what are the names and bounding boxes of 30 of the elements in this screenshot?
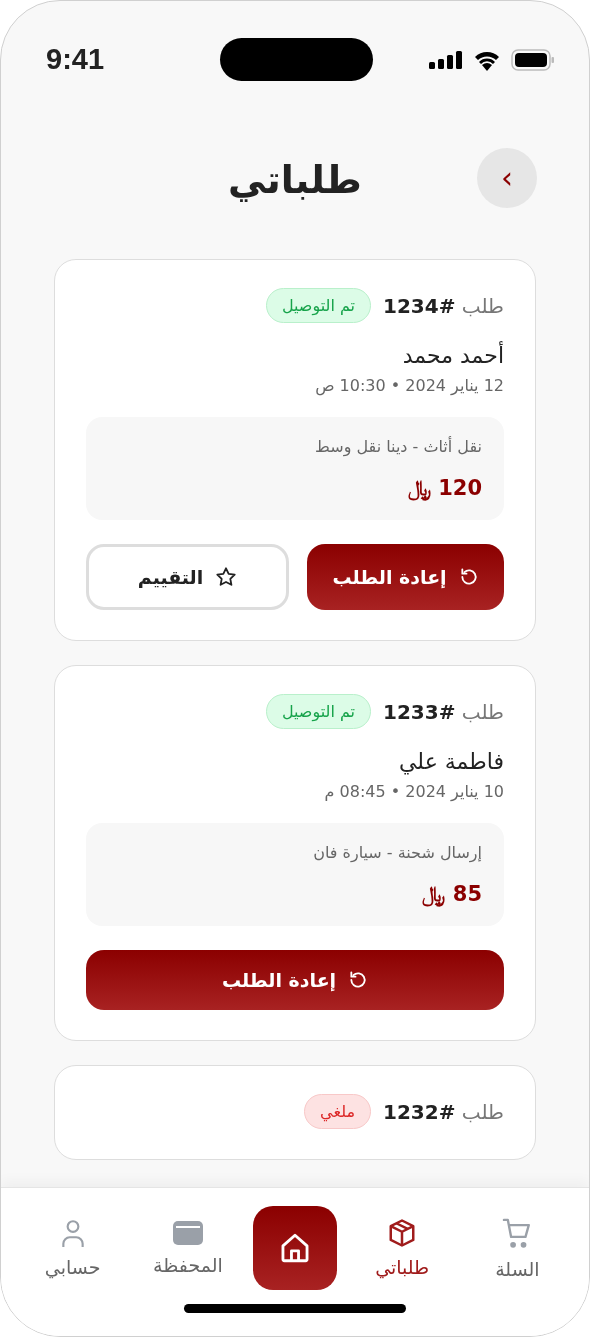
rate-button[interactable]: التقييم (86, 544, 289, 610)
status-time: 9:41 (46, 43, 105, 76)
status-badge: تم التوصيل (265, 288, 371, 323)
price-text: 120 ﷼ (406, 476, 482, 500)
refresh-icon (348, 970, 369, 990)
order-date: 10 يناير 2024 • 08:45 م (323, 782, 504, 801)
nav-tab[interactable]: حسابي (22, 1217, 123, 1279)
status-badge: ملغي (304, 1094, 371, 1129)
customer-name: فاطمة علي (398, 749, 504, 774)
battery-icon (511, 49, 555, 71)
nav-tab[interactable]: السلة (467, 1215, 568, 1281)
person-icon (59, 1218, 86, 1248)
service-text: إرسال شحنة - سيارة فان (312, 843, 482, 862)
reorder-button[interactable]: إعادة الطلب (307, 544, 504, 610)
refresh-icon (458, 567, 479, 587)
home-button[interactable] (253, 1206, 338, 1290)
reorder-button[interactable]: إعادة الطلب (86, 950, 504, 1010)
signal-icon (429, 51, 463, 69)
status-badge: تم التوصيل (265, 694, 371, 729)
box-icon (387, 1218, 418, 1248)
nav-tab[interactable]: طلباتي (352, 1217, 453, 1279)
back-button[interactable]: › (477, 148, 537, 208)
star-icon (215, 566, 238, 588)
nav-tab[interactable]: المحفظة (137, 1219, 238, 1277)
customer-name: أحمد محمد (401, 343, 504, 368)
price-text: 85 ﷼ (421, 882, 482, 906)
order-date: 12 يناير 2024 • 10:30 ص (314, 376, 504, 395)
wallet-icon (171, 1220, 204, 1246)
service-text: نقل أثاث - دينا نقل وسط (314, 437, 482, 456)
page-title: طلباتي (228, 158, 362, 202)
